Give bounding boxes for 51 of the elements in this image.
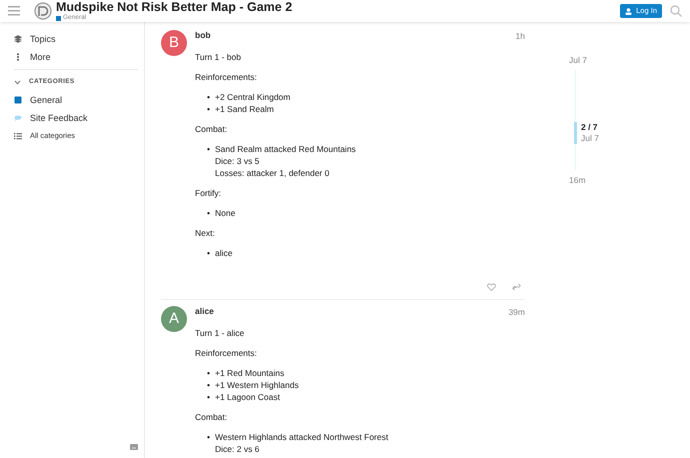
link-icon[interactable] [512,282,521,291]
post-time[interactable]: 1h [516,30,525,43]
sidebar-item[interactable]: Topics [14,30,138,48]
list-item: +1 Red Mountains [215,366,284,378]
timeline-date: Jul 7 [581,132,599,144]
category-item[interactable]: Site Feedback [14,109,138,127]
post-paragraph: Turn 1 - alice [195,326,246,338]
list-item: +1 Sand Realm [215,102,274,115]
bullet: • [207,246,211,259]
list-icon [14,132,22,140]
layers-icon [14,35,22,43]
sidebar-item[interactable]: More [14,48,138,66]
heart-icon[interactable] [487,282,496,291]
more-icon [14,53,22,61]
timeline-handle[interactable]: 2 / 7 Jul 7 [574,122,599,144]
post-paragraph: Combat: [195,122,228,135]
topic-title[interactable]: Mudspike Not Risk Better Map - Game 2 [56,0,292,14]
author-name[interactable]: bob [195,30,211,43]
bullet: • [207,206,211,219]
category-item[interactable]: General [14,91,138,109]
post-paragraph: Fortify: [195,186,222,199]
post-paragraph: Reinforcements: [195,346,258,358]
menu-icon[interactable] [8,6,20,16]
search-icon[interactable] [670,5,682,17]
bullet: • [207,90,211,103]
timeline-start-date[interactable]: Jul 7 [569,54,629,67]
list-item: +1 Western Highlands [215,378,299,390]
timeline-end-date[interactable]: 16m [569,174,629,186]
post-time[interactable]: 39m [508,306,525,318]
list-item: alice [215,246,232,259]
post-paragraph: Next: [195,226,216,239]
list-item: Western Highlands attacked Northwest Forest Dice: 2 vs 6 [215,430,388,454]
post-paragraph: Combat: [195,410,228,422]
bullet: • [207,430,211,444]
list-item: None [215,206,236,219]
bullet: • [207,378,211,390]
user-icon [625,8,632,14]
list-item: +1 Lagoon Coast [215,390,280,402]
bullet: • [207,390,211,402]
list-item: +2 Central Kingdom [215,90,290,103]
logo-icon[interactable] [34,2,52,20]
bullet: • [207,366,211,378]
bullet: • [207,102,211,115]
avatar[interactable]: B [161,30,187,56]
post-paragraph: Turn 1 - bob [195,50,242,63]
post-paragraph: Reinforcements: [195,70,258,83]
author-name[interactable]: alice [195,306,214,318]
list-item: Sand Realm attacked Red Mountains Dice: 3 vs 5 Losses: attacker 1, defender 0 [215,142,356,179]
timeline-position: 2 / 7 [581,122,599,133]
keyboard-icon [130,444,138,450]
bullet: • [207,142,211,156]
